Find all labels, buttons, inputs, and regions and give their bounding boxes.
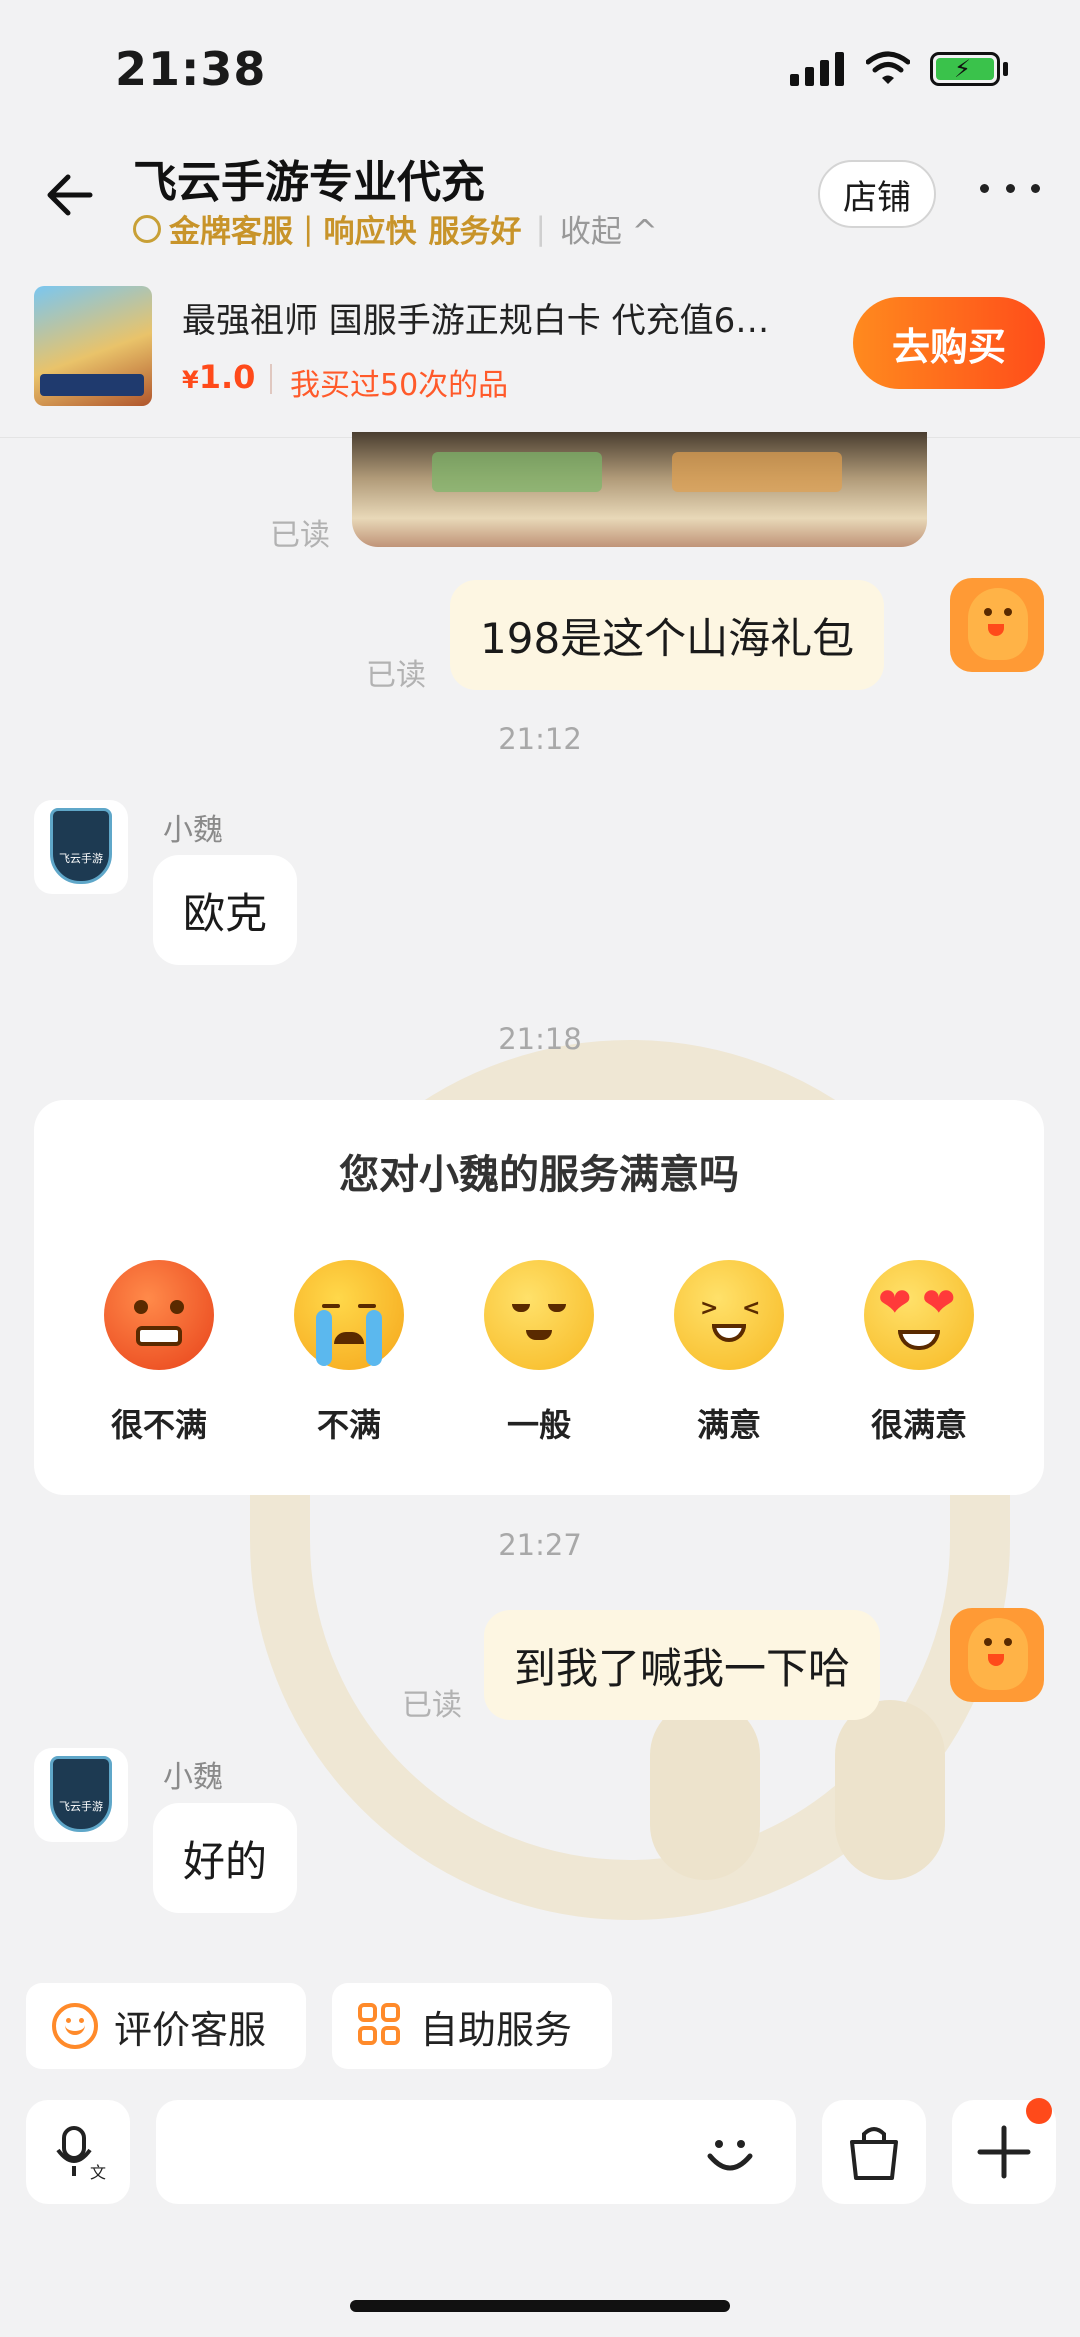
emoji-icon[interactable] [700,2122,760,2182]
timestamp: 21:12 [498,722,582,756]
agent-avatar[interactable]: 飞云手游 [34,1748,128,1842]
price-value: 1.0 [198,358,256,396]
rate-agent-button[interactable]: 评价客服 [26,1983,306,2069]
message-bubble-other[interactable]: 好的 [153,1803,298,1913]
smile-icon [52,2003,98,2049]
my-avatar[interactable] [950,578,1044,672]
wifi-icon [866,51,910,84]
my-avatar[interactable] [950,1608,1044,1702]
rating-label: 不满 [316,1406,381,1444]
timestamp: 21:27 [498,1528,582,1562]
product-title[interactable]: 最强祖师 国服手游正规白卡 代充值6… [182,293,842,342]
collapse-label: 收起 [559,214,622,250]
very-dissatisfied-emoji-icon[interactable] [104,1260,214,1370]
message-bubble-other[interactable]: 欧克 [153,855,298,965]
price-symbol: ¥ [182,366,199,394]
self-service-label: 自助服务 [420,2007,573,2052]
voice-input-button[interactable]: 文 [26,2100,130,2204]
price-divider [270,364,272,394]
sent-image[interactable] [352,432,927,547]
status-time: 21:38 [115,42,267,96]
background-watermark-pill [650,1700,760,1880]
tag-fast-response: 响应快 [323,214,417,250]
chat-title: 飞云手游专业代充 [133,157,485,208]
shopping-bag-icon [850,2127,898,2180]
plus-icon [977,2125,1031,2179]
tag-separator: | [303,210,314,247]
rating-label: 很满意 [870,1406,967,1444]
grid-icon [358,2003,404,2049]
product-price: ¥1.0 [182,358,255,396]
back-arrow-icon[interactable] [40,165,100,225]
tag-good-service: 服务好 [428,214,522,250]
thumbnail-banner [40,374,144,396]
rating-label: 满意 [696,1406,761,1444]
satisfied-emoji-icon[interactable]: > < [674,1260,784,1370]
rating-label: 很不满 [110,1406,207,1444]
battery-tip [1003,62,1008,76]
bought-count: 我买过50次的品 [290,368,509,403]
more-dots-icon[interactable] [980,168,1040,208]
rate-agent-label: 评价客服 [114,2007,267,2052]
divider: | [535,210,546,247]
battery-icon: ⚡ [930,52,1000,86]
shop-button[interactable]: 店铺 [818,160,936,228]
buy-button[interactable]: 去购买 [853,297,1045,389]
message-bubble-me[interactable]: 到我了喊我一下哈 [484,1610,881,1720]
read-receipt: 已读 [402,1688,462,1723]
timestamp: 21:18 [498,1022,582,1056]
sender-name: 小魏 [163,813,223,848]
neutral-emoji-icon[interactable] [484,1260,594,1370]
message-bubble-me[interactable]: 198是这个山海礼包 [450,580,885,690]
service-tags: 金牌客服 | 响应快 服务好 | 收起 ^ [133,206,658,251]
rating-card: 您对小魏的服务满意吗 很不满 不满 一般 > < 满意 ❤ ❤ 很满意 [34,1100,1044,1495]
collapse-button[interactable]: 收起 ^ [560,206,658,251]
badge-gold-service: 金牌客服 [169,214,293,250]
agent-avatar[interactable]: 飞云手游 [34,800,128,894]
rating-title: 您对小魏的服务满意吗 [339,1152,739,1198]
notification-dot [1026,2098,1052,2124]
very-satisfied-emoji-icon[interactable]: ❤ ❤ [864,1260,974,1370]
read-receipt: 已读 [366,658,426,693]
sender-name: 小魏 [163,1760,223,1795]
read-receipt: 已读 [270,518,330,553]
svg-text:文: 文 [90,2163,106,2182]
rating-label: 一般 [506,1406,571,1444]
background-watermark-pill [835,1700,945,1880]
product-thumbnail[interactable] [34,286,152,406]
signal-icon [790,52,846,86]
dissatisfied-emoji-icon[interactable] [294,1260,404,1370]
medal-icon [133,214,161,243]
voice-input-icon: 文 [56,2126,106,2182]
chevron-up-icon: ^ [631,214,658,250]
home-indicator [350,2300,730,2312]
self-service-button[interactable]: 自助服务 [332,1983,612,2069]
order-bag-button[interactable] [822,2100,926,2204]
